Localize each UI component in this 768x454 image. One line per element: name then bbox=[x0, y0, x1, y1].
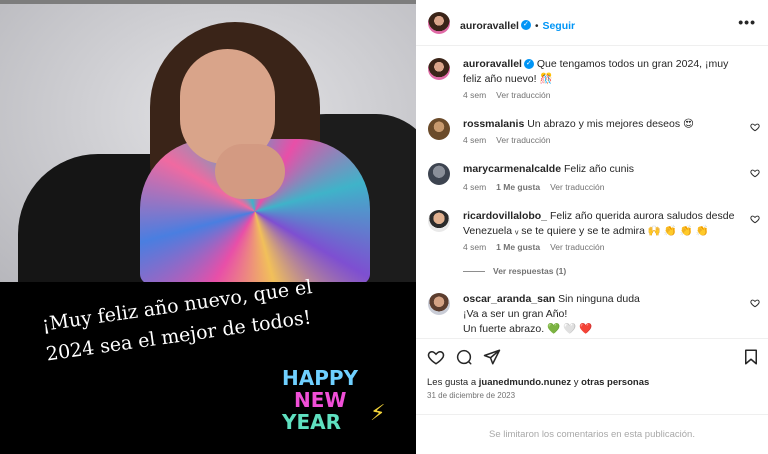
post-header: auroravallel ✓ • Seguir ••• bbox=[416, 0, 768, 46]
more-options-icon[interactable]: ••• bbox=[738, 14, 756, 30]
comment-text: Sin ninguna duda bbox=[558, 293, 640, 305]
post-photo bbox=[0, 4, 416, 282]
view-replies-label[interactable]: Ver respuestas (1) bbox=[493, 266, 566, 276]
caption-meta: 4 sem Ver traducción bbox=[463, 90, 561, 100]
comment-text-line-3: Un fuerte abrazo. 💚 🤍 ❤️ bbox=[463, 323, 593, 335]
post-date[interactable]: 31 de diciembre de 2023 bbox=[427, 391, 515, 400]
likes-user-link[interactable]: juanedmundo.nunez bbox=[479, 377, 571, 388]
like-comment-heart-icon[interactable] bbox=[750, 168, 760, 178]
caption-translate-link[interactable]: Ver traducción bbox=[496, 90, 550, 100]
follow-button[interactable]: Seguir bbox=[542, 20, 575, 32]
comment-avatar[interactable] bbox=[428, 293, 450, 315]
verified-badge-icon: ✓ bbox=[523, 59, 534, 70]
comment-translate-link[interactable]: Ver traducción bbox=[496, 135, 550, 145]
hny-line-3: YEAR bbox=[282, 410, 342, 434]
post-media[interactable]: ¡Muy feliz año nuevo, que el 2024 sea el… bbox=[0, 0, 416, 454]
comment-time[interactable]: 4 sem bbox=[463, 182, 486, 192]
comment-time[interactable]: 4 sem bbox=[463, 242, 486, 252]
avatar[interactable] bbox=[428, 12, 450, 34]
comment-item: marycarmenalcalde Feliz año cunis bbox=[463, 162, 743, 177]
comment-bubble-icon[interactable] bbox=[455, 348, 473, 366]
caption-time[interactable]: 4 sem bbox=[463, 90, 486, 100]
comment-username[interactable]: ricardovillalobo_ bbox=[463, 210, 547, 222]
view-replies-link[interactable]: Ver respuestas (1) bbox=[463, 266, 566, 276]
like-heart-icon[interactable] bbox=[427, 348, 445, 366]
replies-divider bbox=[463, 271, 485, 273]
comment-translate-link[interactable]: Ver traducción bbox=[550, 242, 604, 252]
hny-line-1: HAPPY bbox=[282, 366, 359, 390]
caption-username[interactable]: auroravallel bbox=[463, 58, 522, 70]
comment-item: rossmalanis Un abrazo y mis mejores dese… bbox=[463, 117, 743, 132]
comment-avatar[interactable] bbox=[428, 163, 450, 185]
header-username[interactable]: auroravallel bbox=[460, 20, 519, 32]
likes-prefix: Les gusta a bbox=[427, 377, 477, 388]
like-comment-heart-icon[interactable] bbox=[750, 298, 760, 308]
comment-item: oscar_aranda_san Sin ninguna duda ¡Va a … bbox=[463, 292, 743, 337]
comment-username[interactable]: oscar_aranda_san bbox=[463, 293, 555, 305]
share-send-icon[interactable] bbox=[483, 348, 501, 366]
verified-badge-icon: ✓ bbox=[520, 19, 531, 30]
comment-username[interactable]: rossmalanis bbox=[463, 118, 524, 130]
likes-others-link[interactable]: otras personas bbox=[581, 377, 649, 388]
comment-avatar[interactable] bbox=[428, 118, 450, 140]
comment-item: ricardovillalobo_ Feliz año querida auro… bbox=[463, 209, 743, 239]
like-comment-heart-icon[interactable] bbox=[750, 122, 760, 132]
hny-line-2: NEW bbox=[294, 388, 347, 412]
comment-text-line-2: ¡Va a ser un gran Año! bbox=[463, 308, 568, 320]
lightning-icon: ⚡ bbox=[370, 400, 386, 425]
media-greeting-area: ¡Muy feliz año nuevo, que el 2024 sea el… bbox=[0, 276, 416, 454]
comment-likes[interactable]: 1 Me gusta bbox=[496, 242, 540, 252]
likes-summary: Les gusta a juanedmundo.nunez y otras pe… bbox=[427, 377, 649, 388]
separator-dot: • bbox=[534, 21, 539, 32]
comment-meta: 4 sem 1 Me gusta Ver traducción bbox=[463, 242, 614, 252]
likes-mid: y bbox=[573, 377, 579, 388]
like-comment-heart-icon[interactable] bbox=[750, 214, 760, 224]
comment-text: Feliz año cunis bbox=[564, 163, 635, 175]
post-actions-bar bbox=[416, 338, 768, 370]
comments-limited-notice: Se limitaron los comentarios en esta pub… bbox=[416, 414, 768, 454]
comment-text: Un abrazo y mis mejores deseos 😍 bbox=[527, 118, 694, 130]
comment-avatar[interactable] bbox=[428, 210, 450, 232]
comment-username[interactable]: marycarmenalcalde bbox=[463, 163, 561, 175]
save-bookmark-icon[interactable] bbox=[742, 348, 760, 366]
caption-text: auroravallel ✓ Que tengamos todos un gran… bbox=[463, 57, 743, 87]
comment-translate-link[interactable]: Ver traducción bbox=[550, 182, 604, 192]
happy-new-year-graphic: HAPPY NEW YEAR bbox=[282, 367, 358, 433]
comment-likes[interactable]: 1 Me gusta bbox=[496, 182, 540, 192]
post-side-panel: auroravallel ✓ • Seguir ••• auroravallel ✓ Q… bbox=[416, 0, 768, 454]
comment-meta: 4 sem Ver traducción bbox=[463, 135, 561, 145]
caption-avatar[interactable] bbox=[428, 58, 450, 80]
portrait-hands bbox=[215, 144, 285, 199]
comment-time[interactable]: 4 sem bbox=[463, 135, 486, 145]
comment-meta: 4 sem 1 Me gusta Ver traducción bbox=[463, 182, 614, 192]
